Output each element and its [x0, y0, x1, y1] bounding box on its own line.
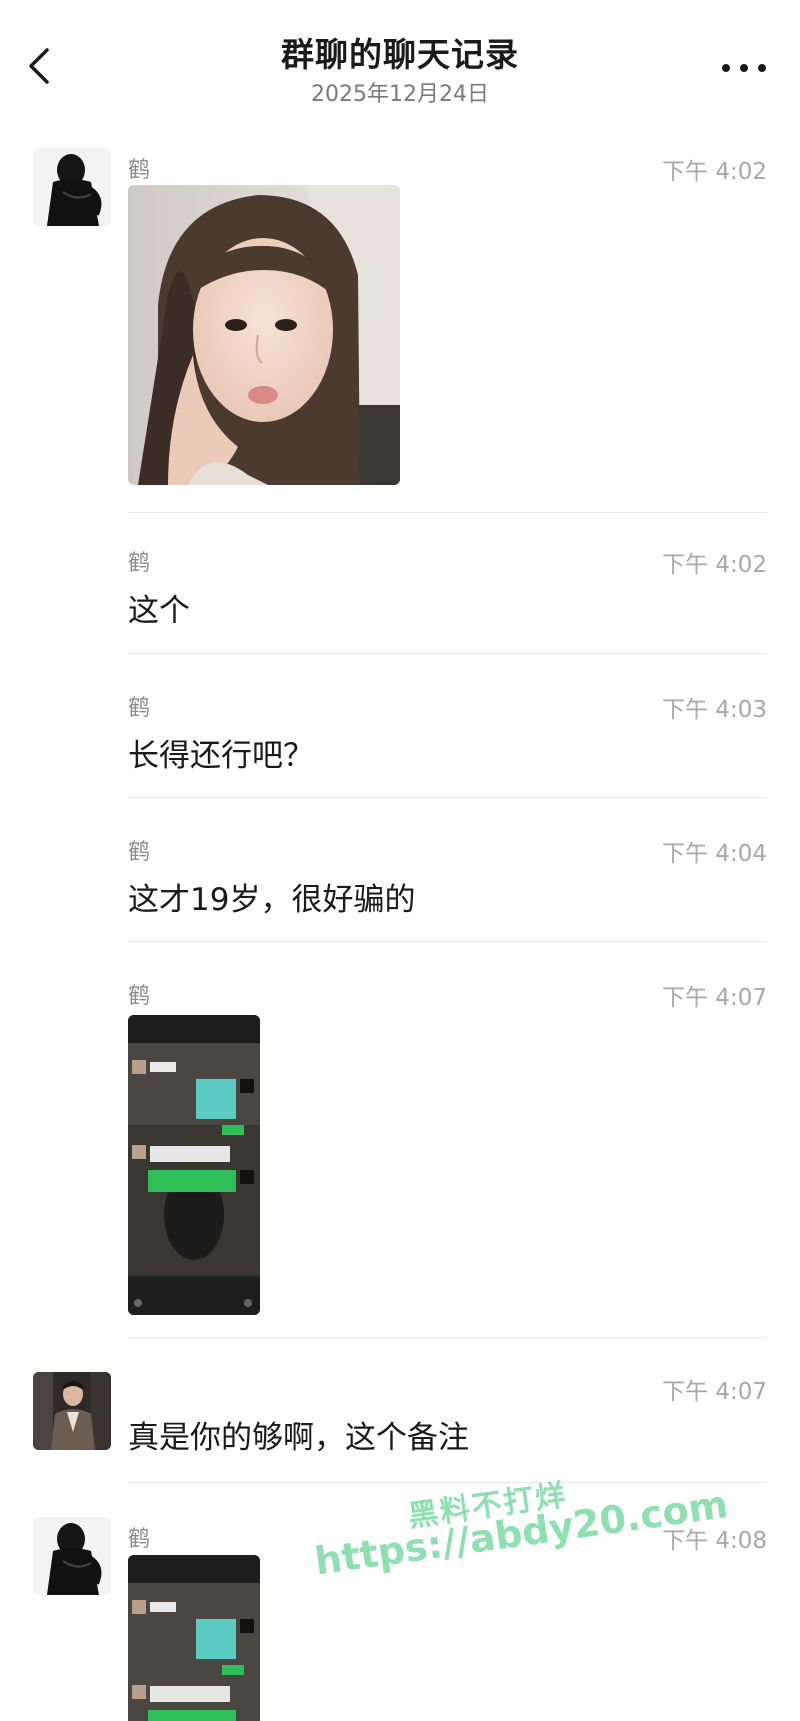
sender-name: 鹤: [128, 158, 151, 183]
page-date: 2025年12月24日: [311, 82, 489, 107]
more-dots-icon: [758, 64, 766, 72]
sender-name: 鹤: [128, 551, 151, 576]
message-time: 下午 4:02: [662, 159, 767, 185]
message-divider: [128, 653, 767, 654]
message-text: 真是你的够啊，这个备注: [128, 1420, 469, 1456]
avatar[interactable]: [33, 148, 111, 226]
more-dots-icon: [740, 64, 748, 72]
message-divider: [128, 941, 767, 942]
message-text: 这才19岁，很好骗的: [128, 882, 416, 918]
more-dots-icon: [722, 64, 730, 72]
message-time: 下午 4:04: [662, 841, 767, 867]
message-item: 鹤 下午 4:07: [0, 978, 800, 1318]
message-divider: [128, 512, 767, 513]
avatar[interactable]: [33, 1517, 111, 1595]
sender-name: 鹤: [128, 1527, 151, 1552]
message-time: 下午 4:03: [662, 697, 767, 723]
message-text: 这个: [128, 593, 190, 629]
message-screenshot[interactable]: [128, 1555, 260, 1721]
message-photo[interactable]: [128, 185, 400, 485]
message-time: 下午 4:02: [662, 552, 767, 578]
chat-history-page: 群聊的聊天记录 2025年12月24日 鹤 下午 4:02 鹤 下午 4:02 …: [0, 0, 800, 1721]
message-item: 鹤 下午 4:04 这才19岁，很好骗的: [0, 834, 800, 934]
message-item: 鹤 下午 4:02 这个: [0, 545, 800, 645]
message-divider: [128, 1482, 767, 1483]
sender-name: 鹤: [128, 984, 151, 1009]
sender-name: 鹤: [128, 696, 151, 721]
message-divider: [128, 1337, 767, 1338]
chat-screenshot-image: [128, 1555, 260, 1721]
message-divider: [128, 797, 767, 798]
message-item: 鹤 下午 4:02: [0, 138, 800, 498]
more-button[interactable]: [722, 58, 766, 78]
avatar[interactable]: [33, 1372, 111, 1450]
sender-name: 鹤: [128, 840, 151, 865]
avatar-image: [33, 1517, 111, 1595]
page-title: 群聊的聊天记录: [281, 35, 519, 74]
avatar-image: [33, 148, 111, 226]
message-screenshot[interactable]: [128, 1015, 260, 1315]
avatar-image: [33, 1372, 111, 1450]
message-time: 下午 4:07: [662, 985, 767, 1011]
message-item: 鹤 下午 4:03 长得还行吧？: [0, 690, 800, 790]
message-item: 下午 4:07 真是你的够啊，这个备注: [0, 1372, 800, 1482]
message-time: 下午 4:07: [662, 1379, 767, 1405]
message-text: 长得还行吧？: [128, 738, 314, 774]
selfie-image: [128, 185, 400, 485]
chat-screenshot-image: [128, 1015, 260, 1315]
header: 群聊的聊天记录 2025年12月24日: [0, 0, 800, 120]
